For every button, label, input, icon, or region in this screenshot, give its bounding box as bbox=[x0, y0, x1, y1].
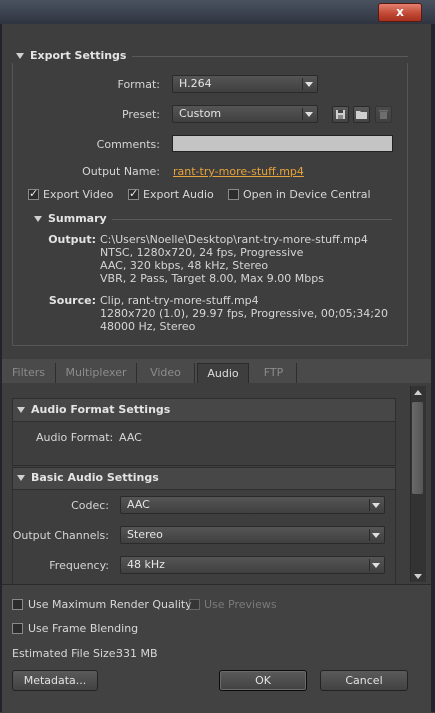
collapse-triangle-icon[interactable] bbox=[16, 53, 24, 59]
save-preset-icon bbox=[336, 110, 345, 119]
comments-label: Comments: bbox=[96, 138, 160, 151]
preset-value: Custom bbox=[179, 107, 222, 120]
import-preset-button[interactable] bbox=[353, 106, 370, 123]
scroll-up-icon[interactable] bbox=[414, 390, 422, 395]
summary-output-line: C:\Users\Noelle\Desktop\rant-try-more-st… bbox=[100, 233, 368, 246]
output-channels-dropdown[interactable]: Stereo bbox=[120, 526, 385, 544]
collapse-triangle-icon bbox=[17, 475, 25, 481]
summary-output-text: C:\Users\Noelle\Desktop\rant-try-more-st… bbox=[100, 233, 400, 285]
summary-source-line: 1280x720 (1.0), 29.97 fps, Progressive, … bbox=[100, 307, 389, 320]
output-name-label: Output Name: bbox=[82, 165, 160, 178]
divider bbox=[132, 56, 408, 57]
export-audio-label: Export Audio bbox=[143, 188, 214, 201]
output-name-link[interactable]: rant-try-more-stuff.mp4 bbox=[173, 165, 304, 178]
folder-icon bbox=[356, 111, 367, 119]
frequency-label: Frequency: bbox=[49, 559, 109, 572]
open-device-central-checkbox[interactable] bbox=[228, 189, 239, 200]
max-render-quality-checkbox[interactable] bbox=[12, 599, 23, 610]
audio-format-value: AAC bbox=[119, 431, 142, 444]
audio-format-label: Audio Format: bbox=[36, 431, 114, 444]
delete-preset-button[interactable] bbox=[375, 106, 392, 123]
chevron-down-icon bbox=[305, 112, 313, 117]
codec-dropdown[interactable]: AAC bbox=[120, 496, 385, 514]
preset-dropdown[interactable]: Custom bbox=[172, 105, 318, 123]
summary-source-label: Source: bbox=[48, 294, 96, 307]
tab-video[interactable]: Video bbox=[137, 363, 195, 383]
tab-audio[interactable]: Audio bbox=[197, 363, 249, 383]
frequency-value: 48 kHz bbox=[127, 558, 165, 571]
tab-multiplexer[interactable]: Multiplexer bbox=[56, 363, 137, 383]
codec-value: AAC bbox=[127, 498, 150, 511]
open-device-central-label: Open in Device Central bbox=[243, 188, 371, 201]
save-preset-button[interactable] bbox=[332, 106, 349, 123]
summary-output-line: NTSC, 1280x720, 24 fps, Progressive bbox=[100, 246, 304, 259]
window-border-right bbox=[431, 24, 435, 712]
summary-source-line: 48000 Hz, Stereo bbox=[100, 320, 196, 333]
summary-title: Summary bbox=[48, 212, 107, 225]
summary-output-line: VBR, 2 Pass, Target 8.00, Max 9.00 Mbps bbox=[100, 272, 324, 285]
export-video-checkbox[interactable] bbox=[28, 187, 39, 200]
summary-source-line: Clip, rant-try-more-stuff.mp4 bbox=[100, 294, 259, 307]
export-audio-checkbox[interactable] bbox=[128, 187, 139, 200]
window-titlebar bbox=[0, 0, 435, 25]
ok-button[interactable]: OK bbox=[219, 670, 307, 691]
frame-blending-checkbox[interactable] bbox=[12, 623, 23, 634]
summary-output-line: AAC, 320 kbps, 48 kHz, Stereo bbox=[100, 259, 269, 272]
divider bbox=[112, 219, 392, 220]
format-dropdown[interactable]: H.264 bbox=[172, 75, 318, 93]
summary-source-text: Clip, rant-try-more-stuff.mp4 1280x720 (… bbox=[100, 294, 400, 333]
format-label: Format: bbox=[117, 78, 160, 91]
metadata-button[interactable]: Metadata... bbox=[12, 670, 98, 691]
scroll-down-icon[interactable] bbox=[414, 574, 422, 579]
estimated-file-size-value: 331 MB bbox=[116, 647, 158, 660]
output-channels-label: Output Channels: bbox=[12, 529, 109, 542]
estimated-file-size-label: Estimated File Size: bbox=[12, 647, 120, 660]
audio-format-header[interactable]: Audio Format Settings bbox=[17, 403, 257, 416]
preset-label: Preset: bbox=[121, 108, 160, 121]
scrollbar-thumb[interactable] bbox=[412, 402, 423, 494]
frame-blending-label: Use Frame Blending bbox=[28, 622, 139, 635]
format-value: H.264 bbox=[179, 77, 212, 90]
summary-output-label: Output: bbox=[48, 233, 96, 246]
comments-input[interactable] bbox=[172, 135, 393, 152]
trash-icon bbox=[379, 110, 388, 119]
max-render-quality-label: Use Maximum Render Quality bbox=[28, 598, 192, 611]
close-window-button[interactable]: x bbox=[378, 3, 422, 22]
collapse-triangle-icon bbox=[17, 407, 25, 413]
chevron-down-icon bbox=[305, 82, 313, 87]
tab-ftp[interactable]: FTP bbox=[251, 363, 297, 383]
chevron-down-icon bbox=[372, 563, 380, 568]
tab-filters[interactable]: Filters bbox=[2, 363, 56, 383]
basic-audio-header[interactable]: Basic Audio Settings bbox=[17, 471, 257, 484]
export-video-label: Export Video bbox=[43, 188, 114, 201]
use-previews-checkbox[interactable] bbox=[189, 599, 200, 610]
chevron-down-icon bbox=[372, 503, 380, 508]
output-channels-value: Stereo bbox=[127, 528, 163, 541]
chevron-down-icon bbox=[372, 533, 380, 538]
use-previews-label: Use Previews bbox=[204, 598, 277, 611]
export-settings-title: Export Settings bbox=[30, 49, 127, 62]
codec-label: Codec: bbox=[71, 499, 109, 512]
cancel-button[interactable]: Cancel bbox=[320, 670, 408, 691]
audio-format-title: Audio Format Settings bbox=[31, 403, 171, 416]
frequency-dropdown[interactable]: 48 kHz bbox=[120, 556, 385, 574]
basic-audio-title: Basic Audio Settings bbox=[31, 471, 159, 484]
collapse-triangle-icon bbox=[34, 216, 42, 222]
